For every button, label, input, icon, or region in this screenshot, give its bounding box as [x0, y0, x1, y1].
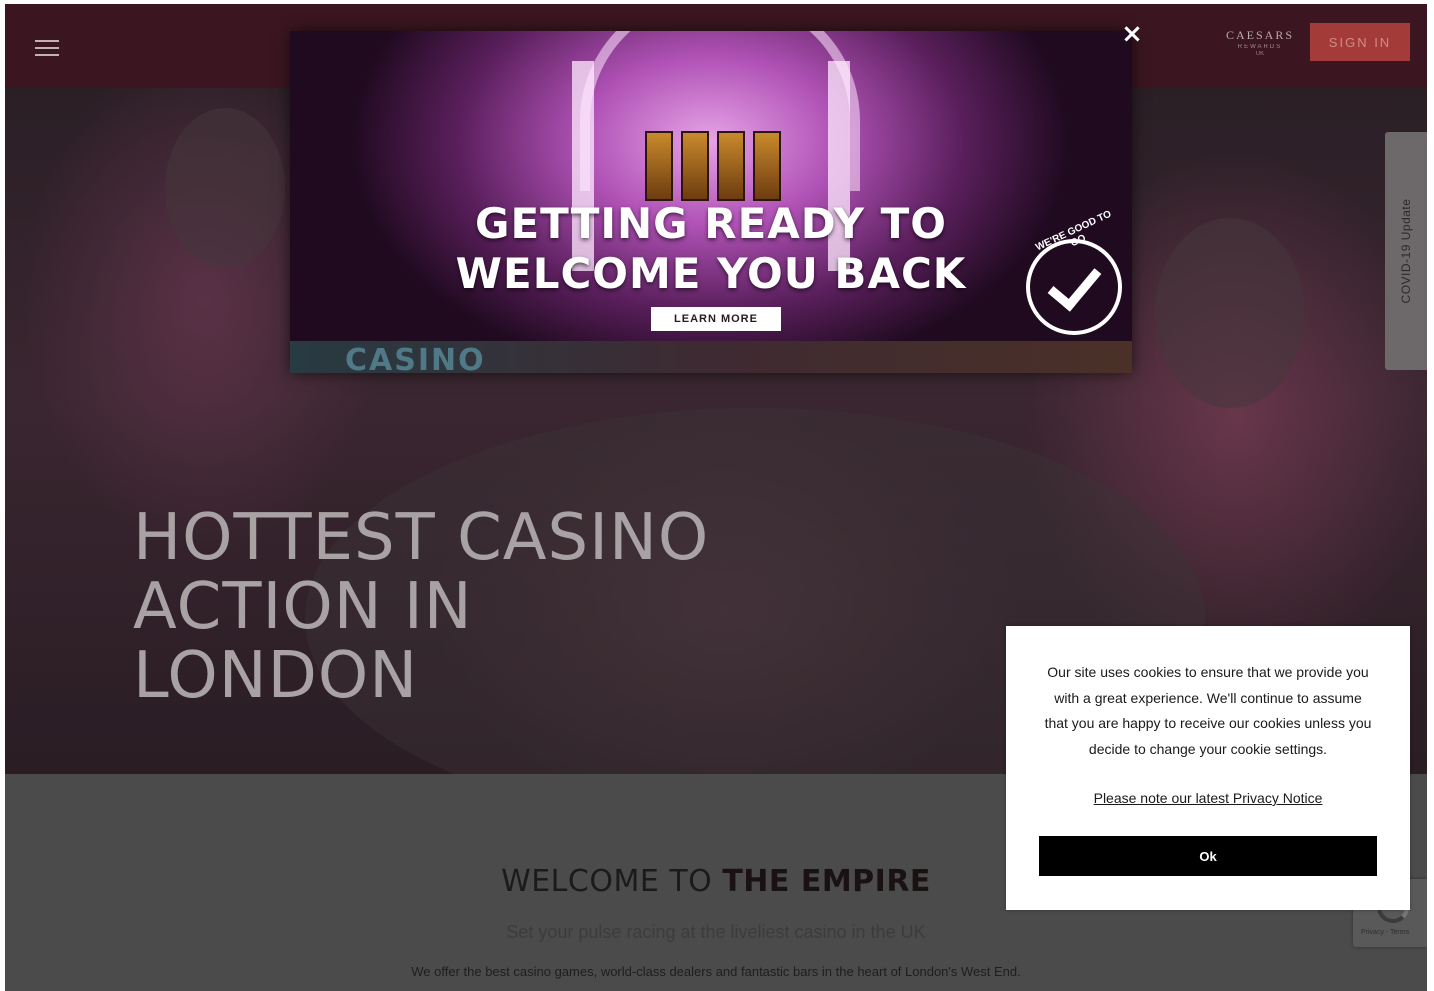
- hero-title-line-1: HOTTEST CASINO: [133, 501, 710, 575]
- hero-title: HOTTEST CASINO ACTION IN LONDON: [133, 504, 773, 711]
- popup-title: GETTING READY TO WELCOME YOU BACK: [290, 199, 1132, 299]
- cookie-ok-button[interactable]: Ok: [1039, 836, 1377, 876]
- logo-wordmark: CAESARS: [1225, 28, 1295, 42]
- popup-title-line-2: WELCOME YOU BACK: [455, 249, 967, 298]
- cookie-message: Our site uses cookies to ensure that we …: [1044, 664, 1372, 757]
- checkmark-badge-icon: WE'RE GOOD TO GO: [1026, 209, 1122, 335]
- hero-title-line-3: LONDON: [133, 639, 419, 713]
- popup-bottom-strip: CASINO: [290, 341, 1132, 373]
- logo-subtitle: REWARDS: [1237, 44, 1283, 50]
- hero-photo-figure-right: [1155, 218, 1305, 408]
- covid-update-tab[interactable]: COVID-19 Update: [1385, 132, 1427, 370]
- caesars-rewards-logo[interactable]: CAESARS REWARDS UK: [1217, 28, 1303, 57]
- covid-update-label: COVID-19 Update: [1399, 198, 1413, 304]
- promo-popup[interactable]: GETTING READY TO WELCOME YOU BACK LEARN …: [290, 31, 1132, 373]
- learn-more-button[interactable]: LEARN MORE: [651, 307, 781, 331]
- hero-photo-figure-left: [165, 108, 285, 268]
- hamburger-menu-icon[interactable]: [35, 40, 59, 58]
- logo-region: UK: [1255, 51, 1265, 57]
- close-icon[interactable]: ×: [1118, 20, 1146, 48]
- popup-bottom-text: CASINO: [345, 343, 486, 373]
- recaptcha-text: Privacy - Terms: [1361, 929, 1410, 936]
- popup-windows-decoration: [645, 131, 781, 201]
- sign-in-button[interactable]: SIGN IN: [1310, 23, 1410, 61]
- welcome-title-prefix: WELCOME TO: [501, 864, 723, 899]
- cookie-consent-dialog: Our site uses cookies to ensure that we …: [1006, 626, 1410, 910]
- welcome-title-emphasis: THE EMPIRE: [722, 864, 931, 899]
- check-icon: [1047, 255, 1102, 312]
- privacy-notice-link[interactable]: Please note our latest Privacy Notice: [1006, 790, 1410, 806]
- hero-title-line-2: ACTION IN: [133, 570, 473, 644]
- welcome-body: We offer the best casino games, world-cl…: [411, 964, 1021, 979]
- popup-title-line-1: GETTING READY TO: [474, 199, 948, 248]
- welcome-subtitle: Set your pulse racing at the liveliest c…: [506, 922, 926, 942]
